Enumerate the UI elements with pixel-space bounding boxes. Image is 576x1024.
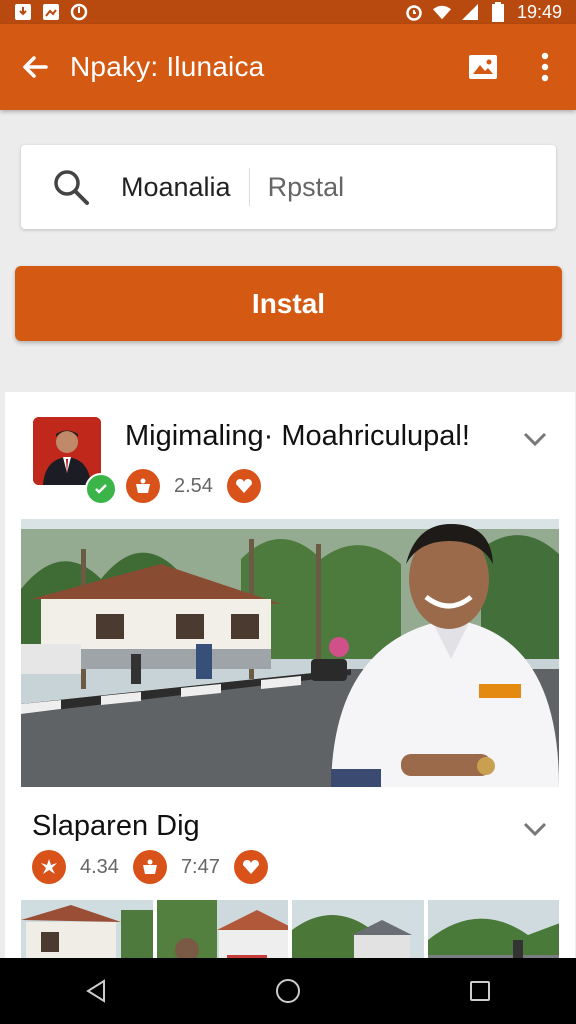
section-stat-1: 4.34 bbox=[80, 855, 119, 878]
recents-square-icon[interactable] bbox=[450, 961, 510, 1021]
section-stat-2: 7:47 bbox=[180, 855, 220, 878]
avatar[interactable] bbox=[33, 417, 117, 505]
heart-icon[interactable] bbox=[226, 469, 261, 503]
post-card: Migimaling· Moahriculupal! 2.54 Slaparen… bbox=[5, 392, 575, 972]
post-title: Migimaling· Moahriculupal! bbox=[125, 420, 470, 452]
search-input[interactable]: Moanalia bbox=[121, 172, 249, 203]
navigation-bar bbox=[0, 958, 576, 1024]
image-icon bbox=[42, 3, 60, 21]
search-placeholder[interactable]: Rpstal bbox=[250, 172, 345, 203]
alarm-icon bbox=[405, 3, 423, 21]
app-title: Npaky: Ilunaica bbox=[70, 51, 265, 82]
status-left bbox=[14, 3, 88, 21]
pot-icon[interactable] bbox=[126, 469, 160, 503]
wifi-icon bbox=[432, 3, 451, 21]
search-icon[interactable] bbox=[21, 145, 121, 229]
sync-icon bbox=[70, 3, 88, 21]
section-title: Slaparen Dig bbox=[32, 810, 200, 842]
home-circle-icon[interactable] bbox=[258, 961, 318, 1021]
section-stats: 4.34 7:47 bbox=[32, 850, 268, 884]
chevron-down-icon[interactable] bbox=[515, 424, 555, 454]
download-icon bbox=[14, 3, 32, 21]
chevron-down-icon[interactable] bbox=[515, 814, 555, 844]
heart-icon[interactable] bbox=[233, 850, 268, 884]
gallery-icon[interactable] bbox=[452, 24, 514, 110]
battery-icon bbox=[489, 2, 507, 22]
install-button[interactable]: Instal bbox=[15, 266, 562, 341]
status-right: 19:49 bbox=[405, 2, 562, 23]
pot-icon[interactable] bbox=[132, 850, 167, 884]
more-vert-icon[interactable] bbox=[514, 24, 576, 110]
post-photo[interactable] bbox=[21, 519, 559, 787]
back-triangle-icon[interactable] bbox=[66, 961, 126, 1021]
status-time: 19:49 bbox=[516, 1, 562, 22]
leaf-icon[interactable] bbox=[32, 850, 66, 884]
status-bar: 19:49 bbox=[0, 0, 576, 24]
signal-icon bbox=[461, 3, 479, 21]
search-box[interactable]: Moanalia Rpstal bbox=[21, 145, 556, 229]
app-bar: Npaky: Ilunaica bbox=[0, 24, 576, 110]
verified-check-icon bbox=[85, 473, 117, 505]
post-stats: 2.54 bbox=[126, 469, 261, 503]
like-count: 2.54 bbox=[174, 474, 213, 497]
back-arrow-icon[interactable] bbox=[0, 24, 70, 110]
